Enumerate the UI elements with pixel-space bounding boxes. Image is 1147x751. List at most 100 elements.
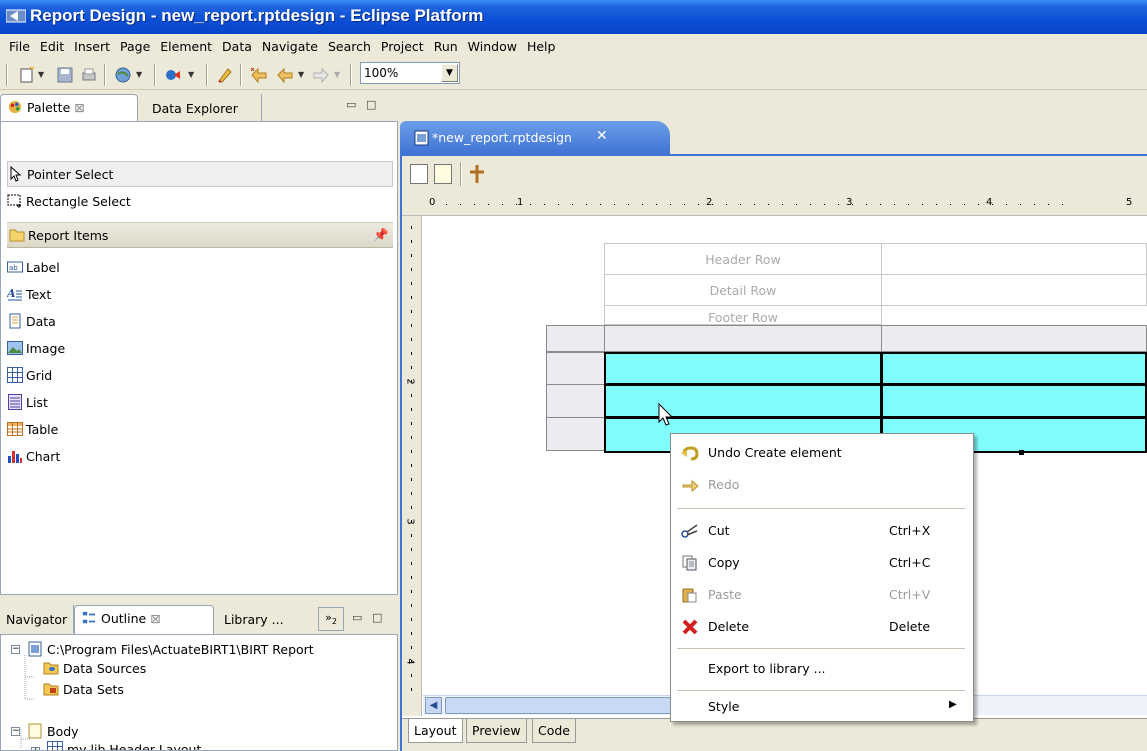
tool-pointer-select[interactable]: Pointer Select xyxy=(7,161,393,187)
close-icon[interactable]: ⊠ xyxy=(74,100,84,115)
menu-item-delete[interactable]: Delete Delete xyxy=(671,612,973,642)
tab-outline[interactable]: Outline ⊠ xyxy=(74,605,214,635)
new-file-icon[interactable] xyxy=(18,66,36,84)
tree-item-data-sources[interactable]: Data Sources xyxy=(43,658,146,678)
back-dropdown-icon[interactable]: ▼ xyxy=(298,70,304,79)
menu-page[interactable]: Page xyxy=(115,39,155,54)
save-icon[interactable] xyxy=(56,66,74,84)
palette-item-chart[interactable]: Chart xyxy=(7,443,393,469)
globe-icon[interactable] xyxy=(114,66,132,84)
grid-cell[interactable] xyxy=(881,352,1147,385)
menu-file[interactable]: File xyxy=(4,39,35,54)
menu-data[interactable]: Data xyxy=(217,39,257,54)
collapse-icon[interactable]: − xyxy=(11,727,20,736)
tree-item-report[interactable]: C:\Program Files\ActuateBIRT1\BIRT Repor… xyxy=(27,639,314,659)
palette-item-label[interactable]: ab Label xyxy=(7,254,393,280)
back-arrow-icon[interactable] xyxy=(276,66,294,84)
collapse-icon[interactable]: − xyxy=(11,645,20,654)
tool-rectangle-select[interactable]: Rectangle Select xyxy=(7,188,393,214)
menu-edit[interactable]: Edit xyxy=(35,39,69,54)
guide-icon[interactable] xyxy=(468,164,486,184)
grid-row-handle[interactable] xyxy=(546,384,605,418)
forward-dropdown-icon[interactable]: ▼ xyxy=(334,70,340,79)
tab-preview[interactable]: Preview xyxy=(466,719,527,743)
menu-item-undo[interactable]: Undo Create element xyxy=(671,438,973,468)
page-layout-button[interactable] xyxy=(434,164,452,184)
table-detail-row-cell[interactable]: Detail Row xyxy=(604,274,882,306)
menu-run[interactable]: Run xyxy=(429,39,463,54)
editor-tab-new-report[interactable]: *new_report.rptdesign ✕ xyxy=(400,121,670,155)
minimize-icon[interactable]: ▭ xyxy=(346,98,356,111)
tab-palette[interactable]: Palette ⊠ xyxy=(0,94,138,124)
menu-window[interactable]: Window xyxy=(463,39,522,54)
maximize-icon[interactable]: □ xyxy=(366,98,376,111)
resize-handle[interactable] xyxy=(1019,450,1024,455)
palette-item-data[interactable]: Data xyxy=(7,308,393,334)
pin-icon[interactable]: 📌 xyxy=(373,227,389,243)
grid-handle-column[interactable] xyxy=(546,325,605,352)
table-detail-row-cell[interactable] xyxy=(881,274,1147,306)
menu-help[interactable]: Help xyxy=(522,39,561,54)
menu-project[interactable]: Project xyxy=(376,39,429,54)
minimize-icon[interactable]: ▭ xyxy=(352,611,362,624)
menu-item-redo[interactable]: Redo xyxy=(671,470,973,500)
tab-navigator[interactable]: Navigator xyxy=(0,605,74,633)
tab-data-explorer[interactable]: Data Explorer xyxy=(146,94,262,122)
chevron-down-icon[interactable]: ▼ xyxy=(441,64,458,82)
tab-layout[interactable]: Layout xyxy=(408,719,463,743)
menu-item-copy[interactable]: Copy Ctrl+C xyxy=(671,548,973,578)
table-header-row-cell[interactable]: Header Row xyxy=(604,243,882,275)
grid-cell[interactable] xyxy=(604,384,882,418)
pencil-icon[interactable] xyxy=(216,66,234,84)
print-icon[interactable] xyxy=(80,66,98,84)
menu-item-paste[interactable]: Paste Ctrl+V xyxy=(671,580,973,610)
run-report-icon[interactable] xyxy=(164,66,182,84)
palette-item-image[interactable]: Image xyxy=(7,335,393,361)
palette-item-text[interactable]: A Text xyxy=(7,281,393,307)
menu-navigate[interactable]: Navigate xyxy=(257,39,323,54)
grid-column-handle[interactable] xyxy=(604,325,882,352)
menu-item-cut[interactable]: Cut Ctrl+X xyxy=(671,516,973,546)
menu-insert[interactable]: Insert xyxy=(69,39,115,54)
ruler-label: 5 xyxy=(1126,197,1133,208)
palette-item-grid[interactable]: Grid xyxy=(7,362,393,388)
menu-item-style[interactable]: Style ▶ xyxy=(671,692,973,722)
palette-item-list[interactable]: List xyxy=(7,389,393,415)
close-icon[interactable]: ✕ xyxy=(596,128,608,144)
run-dropdown-icon[interactable]: ▼ xyxy=(188,70,194,79)
forward-arrow-icon[interactable] xyxy=(312,66,330,84)
tree-item-data-sets[interactable]: Data Sets xyxy=(43,679,124,699)
last-edit-icon[interactable] xyxy=(250,66,268,84)
new-dropdown-icon[interactable]: ▼ xyxy=(38,70,44,79)
menu-item-export-to-library[interactable]: Export to library ... xyxy=(671,654,973,684)
ruler-ticks xyxy=(432,204,1063,205)
grid-row-handle[interactable] xyxy=(546,417,605,451)
menu-search[interactable]: Search xyxy=(323,39,376,54)
grid-column-handle[interactable] xyxy=(881,325,1147,352)
ruler-tick xyxy=(411,632,412,635)
expand-icon[interactable]: + xyxy=(31,747,40,750)
scroll-left-icon[interactable]: ◀ xyxy=(425,697,442,714)
grid-cell[interactable] xyxy=(881,384,1147,418)
tree-item-header-layout[interactable]: my lib.Header Layout xyxy=(47,739,201,750)
close-icon[interactable]: ⊠ xyxy=(150,611,160,626)
grid-row-handle[interactable] xyxy=(546,352,605,385)
scroll-thumb[interactable] xyxy=(445,697,675,714)
menu-element[interactable]: Element xyxy=(155,39,217,54)
tab-code[interactable]: Code xyxy=(532,719,577,743)
palette-item-table[interactable]: Table xyxy=(7,416,393,442)
more-views-button[interactable]: »2 xyxy=(318,607,344,631)
outline-panel: − C:\Program Files\ActuateBIRT1\BIRT Rep… xyxy=(0,634,398,751)
table-footer-row-cell[interactable]: Footer Row xyxy=(604,305,882,325)
tree-item-label: Data Sources xyxy=(63,660,147,676)
report-items-drawer[interactable]: Report Items 📌 xyxy=(7,222,393,248)
maximize-icon[interactable]: □ xyxy=(372,611,382,624)
grid-cell[interactable] xyxy=(604,352,882,385)
page-view-button[interactable] xyxy=(410,164,428,184)
ruler-tick xyxy=(768,204,769,205)
tab-library[interactable]: Library ... xyxy=(218,605,310,633)
zoom-select[interactable]: 100% ▼ xyxy=(360,62,460,84)
tree-item-body[interactable]: Body xyxy=(27,721,79,741)
globe-dropdown-icon[interactable]: ▼ xyxy=(136,70,142,79)
table-header-row-cell[interactable] xyxy=(881,243,1147,275)
